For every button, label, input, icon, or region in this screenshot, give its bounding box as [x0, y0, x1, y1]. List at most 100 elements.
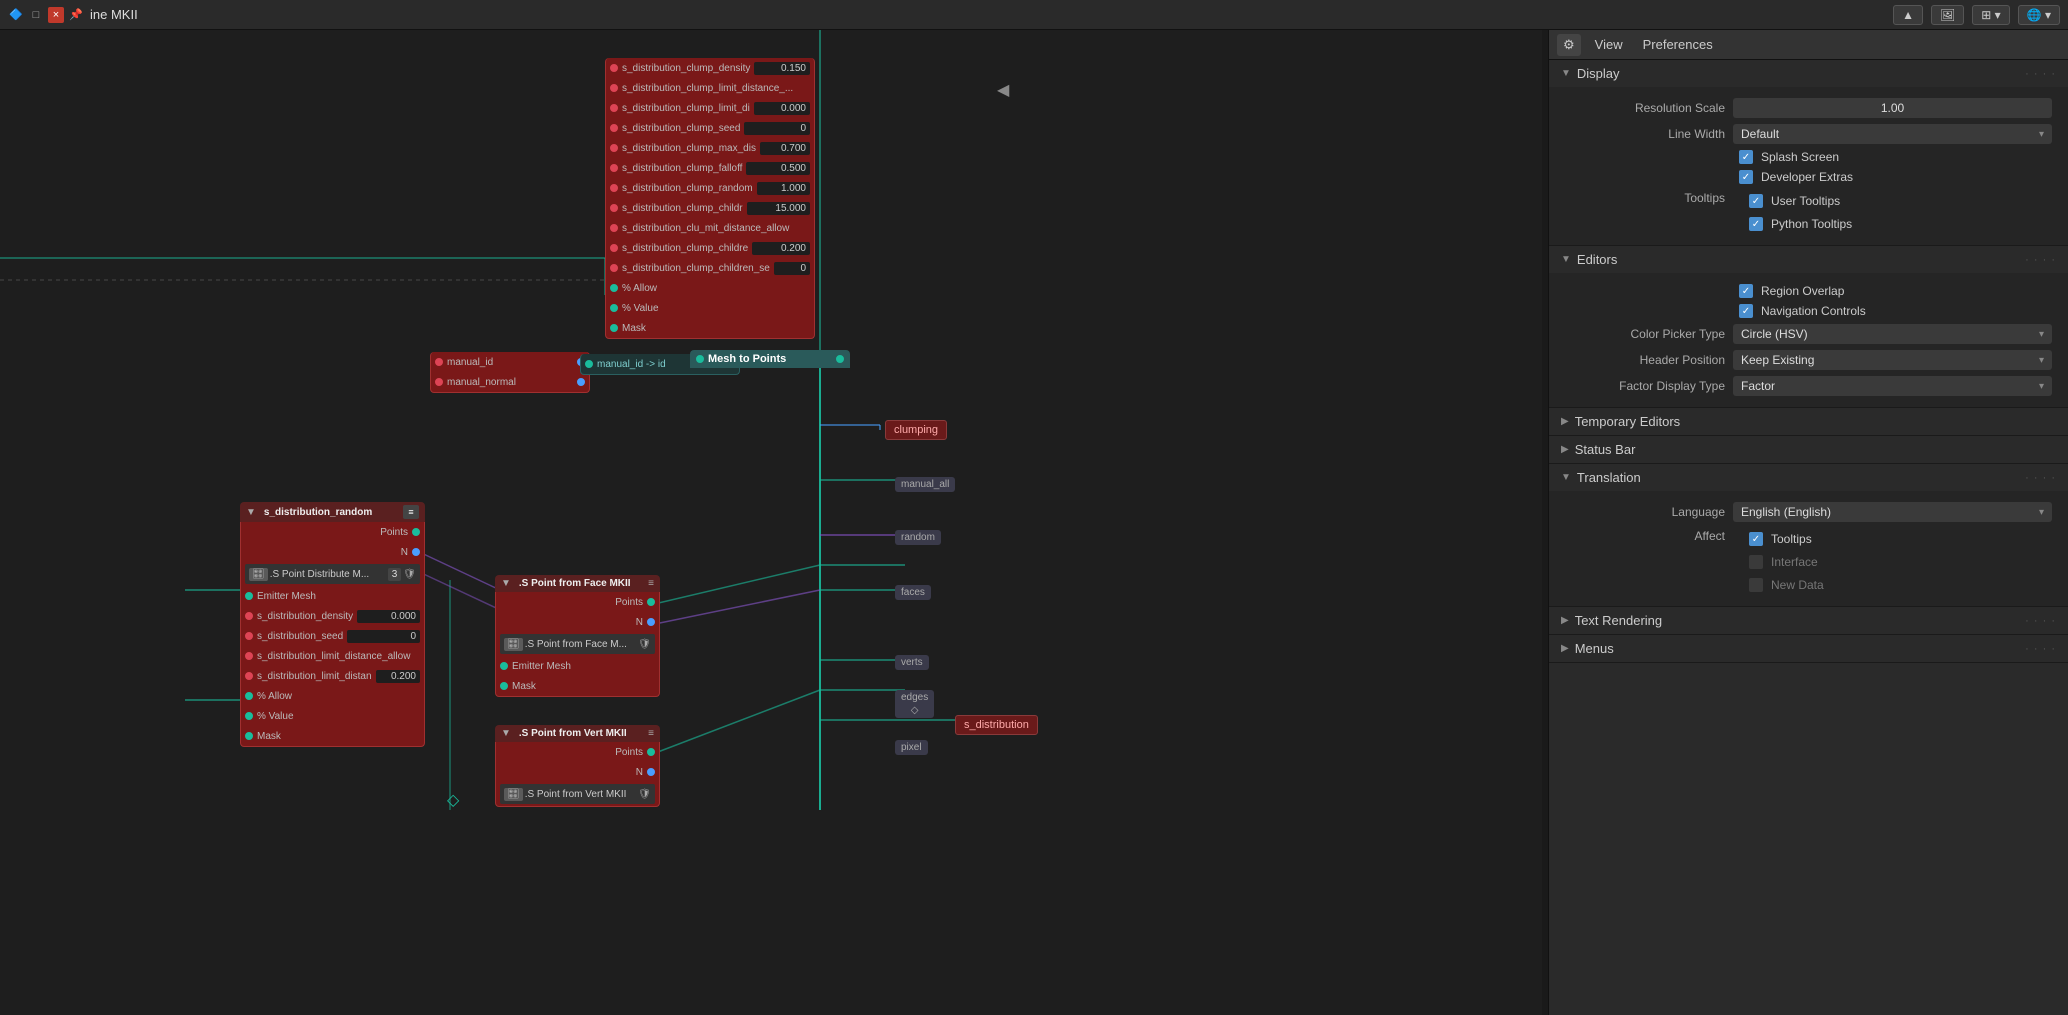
line-width-row: Line Width Default ▾ [1549, 121, 2068, 147]
s-point-vert-node[interactable]: ▼ .S Point from Vert MKII ≡ Points N 🎛 .… [495, 725, 660, 807]
s-point-vert-mod-row[interactable]: 🎛 .S Point from Vert MKII 🛡 [500, 784, 655, 804]
pin-button[interactable]: 📌 [68, 7, 84, 23]
window-controls: 🔷 □ × 📌 [8, 7, 84, 23]
menus-header[interactable]: ▶ Menus · · · · [1549, 635, 2068, 662]
overlay-button[interactable]: 🌐 ▾ [2018, 5, 2060, 25]
close-button[interactable]: × [48, 7, 64, 23]
affect-newdata-checkbox[interactable] [1749, 578, 1763, 592]
header-right-icons: ▲ 🖼 ⊞ ▾ 🌐 ▾ [1893, 5, 2060, 25]
chevron-down-icon: ▾ [2039, 329, 2044, 340]
mesh-to-points-node[interactable]: Mesh to Points [690, 350, 850, 368]
translation-section-header[interactable]: ▼ Translation · · · · [1549, 464, 2068, 491]
display-section: ▼ Display · · · · Resolution Scale 1.00 … [1549, 60, 2068, 246]
region-overlap-checkbox[interactable]: ✓ [1739, 284, 1753, 298]
save-icon[interactable]: □ [28, 7, 44, 23]
user-tooltips-row: ✓ User Tooltips [1733, 191, 2052, 211]
s-point-face-mod-row[interactable]: 🎛 .S Point from Face M... 🛡 [500, 634, 655, 654]
socket-teal [245, 732, 253, 740]
section-title: Translation [1577, 470, 1641, 485]
node-row: s_distribution_clump_limit_distance_... [606, 78, 814, 98]
user-tooltips-checkbox[interactable]: ✓ [1749, 194, 1763, 208]
node-title: Mesh to Points [708, 353, 786, 365]
affect-newdata-row: New Data [1733, 575, 2052, 595]
gear-button[interactable]: ⚙ [1557, 34, 1581, 56]
edges-label: edges ◇ [895, 690, 934, 718]
affect-newdata-label: New Data [1771, 578, 1824, 592]
faces-label: faces [895, 585, 931, 600]
editors-section: ▼ Editors · · · · ✓ Region Overlap [1549, 246, 2068, 408]
socket-teal [500, 662, 508, 670]
top-bar: 🔷 □ × 📌 ine MKII ▲ 🖼 ⊞ ▾ 🌐 ▾ [0, 0, 2068, 30]
socket-pink [610, 204, 618, 212]
affect-interface-checkbox[interactable] [1749, 555, 1763, 569]
node-row-limit-allow: s_distribution_limit_distance_allow [241, 646, 424, 666]
factor-display-row: Factor Display Type Factor ▾ [1549, 373, 2068, 399]
node-row-value: % Value [606, 298, 814, 318]
expand-arrow: ▼ [1561, 68, 1571, 79]
temp-editors-section: ▶ Temporary Editors [1549, 408, 2068, 436]
manual-id-node[interactable]: manual_id manual_normal [430, 352, 590, 393]
splash-screen-checkbox[interactable]: ✓ [1739, 150, 1753, 164]
snap-button[interactable]: ⊞ ▾ [1972, 5, 2009, 25]
header-position-dropdown[interactable]: Keep Existing ▾ [1733, 350, 2052, 370]
socket-blue-right [647, 618, 655, 626]
socket-teal-left [696, 355, 704, 363]
line-width-dropdown[interactable]: Default ▾ [1733, 124, 2052, 144]
language-dropdown[interactable]: English (English) ▾ [1733, 502, 2052, 522]
navigation-controls-checkbox[interactable]: ✓ [1739, 304, 1753, 318]
affect-tooltips-label: Tooltips [1771, 532, 1812, 546]
node-distribute-row[interactable]: 🎛 .S Point Distribute M... 3 🛡 [245, 564, 420, 584]
menus-section: ▶ Menus · · · · [1549, 635, 2068, 663]
window-title: ine MKII [90, 7, 138, 22]
color-picker-row: Color Picker Type Circle (HSV) ▾ [1549, 321, 2068, 347]
editors-section-header[interactable]: ▼ Editors · · · · [1549, 246, 2068, 273]
color-picker-dropdown[interactable]: Circle (HSV) ▾ [1733, 324, 2052, 344]
affect-tooltips-checkbox[interactable]: ✓ [1749, 532, 1763, 546]
render-options-button[interactable]: 🖼 [1931, 5, 1964, 25]
developer-extras-checkbox[interactable]: ✓ [1739, 170, 1753, 184]
node-socket-diamond: ◇ [447, 790, 459, 810]
socket-pink [610, 104, 618, 112]
verts-label: verts [895, 655, 929, 670]
section-title: Status Bar [1575, 442, 1636, 457]
affect-row: Affect ✓ Tooltips Interface [1549, 525, 2068, 598]
chevron-down-icon: ▾ [2039, 355, 2044, 366]
s-point-face-node[interactable]: ▼ .S Point from Face MKII ≡ Points N 🎛 .… [495, 575, 660, 697]
node-row: s_distribution_clu_mit_distance_allow [606, 218, 814, 238]
resolution-scale-value[interactable]: 1.00 [1733, 98, 2052, 118]
section-title: Editors [1577, 252, 1617, 267]
affect-label: Affect [1565, 529, 1725, 543]
translation-section: ▼ Translation · · · · Language English (… [1549, 464, 2068, 607]
display-section-header[interactable]: ▼ Display · · · · [1549, 60, 2068, 87]
manual-all-label: manual_all [895, 477, 955, 492]
socket-pink [245, 652, 253, 660]
node-row-allow: % Allow [606, 278, 814, 298]
section-title: Temporary Editors [1575, 414, 1680, 429]
preferences-menu[interactable]: Preferences [1637, 35, 1719, 54]
render-button[interactable]: ▲ [1893, 5, 1923, 25]
resolution-scale-row: Resolution Scale 1.00 [1549, 95, 2068, 121]
status-bar-header[interactable]: ▶ Status Bar [1549, 436, 2068, 463]
text-rendering-header[interactable]: ▶ Text Rendering · · · · [1549, 607, 2068, 634]
node-row-emitter2: Emitter Mesh [496, 656, 659, 676]
node-row: s_distribution_clump_childr 15.000 [606, 198, 814, 218]
region-overlap-label: Region Overlap [1761, 284, 1844, 298]
tooltips-label: Tooltips [1565, 191, 1725, 205]
view-menu[interactable]: View [1589, 35, 1629, 54]
socket-pink [610, 144, 618, 152]
section-title: Display [1577, 66, 1620, 81]
node-row-seed: s_distribution_seed 0 [241, 626, 424, 646]
main-layout: s_distribution_clump_density 0.150 s_dis… [0, 30, 2068, 1015]
node-row-limit-dist: s_distribution_limit_distan 0.200 [241, 666, 424, 686]
dist-clump-node[interactable]: s_distribution_clump_density 0.150 s_dis… [605, 58, 815, 339]
node-row-points2: Points [496, 742, 659, 762]
temp-editors-header[interactable]: ▶ Temporary Editors [1549, 408, 2068, 435]
python-tooltips-checkbox[interactable]: ✓ [1749, 217, 1763, 231]
s-dist-random-node[interactable]: ▼ s_distribution_random ≡ Points N 🎛 .S … [240, 502, 425, 747]
factor-display-dropdown[interactable]: Factor ▾ [1733, 376, 2052, 396]
node-editor[interactable]: s_distribution_clump_density 0.150 s_dis… [0, 30, 1542, 1015]
node-row: manual_id [431, 352, 589, 372]
collapse-arrow[interactable]: ◀ [997, 80, 1009, 100]
developer-extras-row: ✓ Developer Extras [1549, 167, 2068, 187]
pixel-label: pixel [895, 740, 928, 755]
